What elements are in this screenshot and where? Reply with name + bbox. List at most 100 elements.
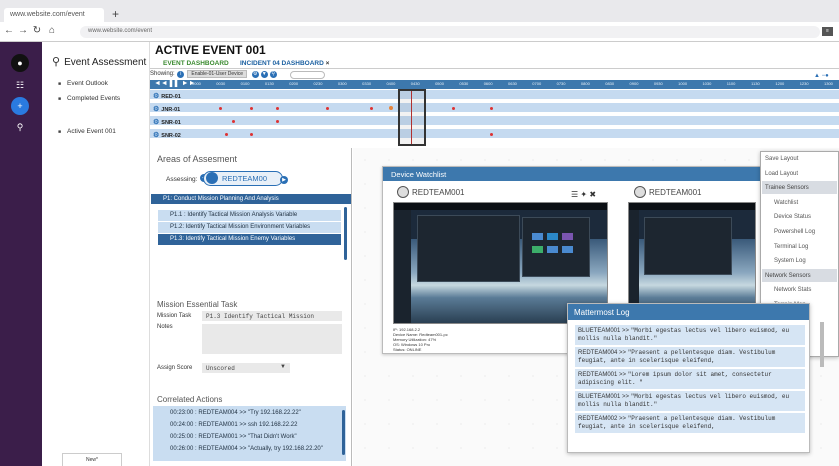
search-icon[interactable]: ⚲ (269, 71, 277, 78)
reload-icon[interactable]: ↻ (32, 26, 42, 36)
menu-icon[interactable]: ≡ (822, 27, 833, 36)
timeline-tick: 0000 (192, 81, 201, 86)
context-menu-item[interactable]: Save Layout (762, 152, 837, 165)
timeline-event-dot[interactable] (326, 107, 329, 110)
timeline-tick: 0800 (580, 81, 590, 86)
forward-icon[interactable]: → (18, 26, 28, 36)
mattermost-message[interactable]: REDTEAM002 >> "Praesent a pellentesque d… (575, 413, 805, 433)
grid-icon[interactable]: ☷ (11, 76, 29, 94)
mattermost-message[interactable]: BLUETEAM001 >> "Morbi egestas lectus vel… (575, 325, 805, 345)
mattermost-message[interactable]: REDTEAM001 >> "Lorem ipsum dolor sit ame… (575, 369, 805, 389)
side-nav-active-event[interactable]: Active Event 001 (58, 128, 116, 135)
p1-item[interactable]: P1.1 : Identify Tactical Mission Analysi… (158, 210, 341, 221)
playback-controls[interactable]: ◄◄ ▌▌ ►► (154, 80, 196, 87)
mattermost-title[interactable]: Mattermost Log (568, 304, 809, 320)
zoom-slider-icon[interactable]: ▲ −● (814, 73, 829, 79)
context-menu-item[interactable]: Watchlist (762, 196, 837, 209)
timeline-row-label: ⚙ RED-01 (153, 93, 181, 100)
assessing-label: Assessing: (166, 176, 198, 183)
timeline-header (150, 80, 839, 89)
timeline-event-dot[interactable] (452, 107, 455, 110)
correlated-item[interactable]: 00:24:00 : REDTEAM001 >> ssh 192.168.22.… (170, 422, 297, 428)
close-icon[interactable]: ✖ (589, 190, 596, 199)
event-title: ACTIVE EVENT 001 (155, 43, 266, 57)
side-nav-completed-events[interactable]: Completed Events (58, 95, 120, 102)
context-menu-item[interactable]: Network Stats (762, 283, 837, 296)
device-tools: ☰ ✦ ✖ (571, 190, 596, 199)
timeline-event-dot[interactable] (231, 120, 235, 123)
context-menu-item[interactable]: Trainee Sensors (762, 181, 837, 195)
timeline-tick: 1130 (751, 81, 760, 86)
info-icon: i (177, 71, 185, 78)
filter-icon[interactable]: ▼ (260, 71, 268, 78)
browser-tab[interactable]: www.website.com/event (4, 8, 104, 22)
p1-item[interactable]: P1.2: Identify Tactical Mission Environm… (158, 222, 341, 233)
met-title: Mission Essential Task (157, 300, 238, 309)
context-menu-item[interactable]: Device Status (762, 210, 837, 223)
new-button[interactable]: New* (62, 453, 122, 466)
tab-event-dashboard[interactable]: EVENT DASHBOARD (163, 60, 229, 67)
context-menu-item[interactable]: Powershell Log (762, 225, 837, 238)
context-menu-item[interactable]: Network Sensors (762, 268, 837, 282)
notes-textarea[interactable] (202, 324, 342, 354)
mattermost-message[interactable]: REDTEAM004 >> "Praesent a pellentesque d… (575, 347, 805, 367)
timeline-tick: 0830 (605, 81, 615, 86)
p1-item-selected[interactable]: P1.3: Identify Tactical Mission Enemy Va… (158, 234, 341, 245)
correlated-item[interactable]: 00:26:00 : REDTEAM004 >> "Actually, try … (170, 446, 323, 452)
gear-icon[interactable]: ⚙ (153, 93, 159, 100)
areas-title: Areas of Assesment (157, 154, 238, 164)
correlated-item[interactable]: 00:25:00 : REDTEAM001 >> "That Didn't Wo… (170, 434, 297, 440)
avatar-icon[interactable]: ● (11, 54, 29, 72)
context-menu-item[interactable]: Terminal Log (762, 240, 837, 253)
back-icon[interactable]: ← (4, 26, 14, 36)
mattermost-scrollbar[interactable] (820, 322, 824, 367)
timeline-row[interactable] (150, 103, 839, 114)
p1-scrollbar[interactable] (344, 207, 347, 260)
timeline-row[interactable] (150, 90, 839, 101)
gear-icon[interactable]: ⚙ (153, 106, 159, 113)
showing-filter: Showing: i Enable-01-User Device ⚙ ▼ ⚲ (150, 70, 277, 78)
timeline-tick: 0600 (483, 81, 493, 86)
home-icon[interactable]: ⌂ (47, 26, 57, 36)
mattermost-message[interactable]: BLUETEAM001 >> "Morbi egestas lectus vel… (575, 391, 805, 411)
mission-task-label: Mission Task (157, 313, 192, 319)
timeline-event-dot[interactable] (489, 133, 493, 136)
gear-icon[interactable]: ⚙ (153, 119, 159, 126)
settings-icon[interactable]: ⚙ (251, 71, 259, 78)
close-icon[interactable]: × (326, 60, 330, 67)
avatar-icon (206, 172, 218, 184)
search-icon[interactable]: ⚲ (11, 118, 29, 136)
timeline-row[interactable] (150, 129, 839, 140)
mission-task-input[interactable]: P1.3 Identify Tactical Mission (202, 311, 342, 321)
correlated-item[interactable]: 00:23:00 : REDTEAM004 >> "Try 192.168.22… (170, 410, 301, 416)
pin-icon[interactable]: ✦ (580, 190, 587, 199)
timeline-tick: 1300 (824, 81, 833, 86)
timeline-search-input[interactable] (290, 71, 325, 79)
next-team-button[interactable]: ▶ (280, 176, 288, 184)
gear-icon[interactable]: ⚙ (153, 132, 159, 139)
timeline-event-dot[interactable] (389, 106, 393, 110)
watchlist-title[interactable]: Device Watchlist (383, 167, 761, 181)
timeline-event-dot[interactable] (489, 107, 493, 110)
url-input[interactable]: www.website.com/event (80, 26, 820, 38)
plus-icon[interactable]: + (11, 97, 29, 115)
side-nav-event-outlook[interactable]: Event Outlook (58, 80, 108, 87)
timeline-tick: 0030 (216, 81, 226, 86)
tab-incident-dashboard[interactable]: INCIDENT 04 DASHBOARD × (240, 60, 329, 67)
context-menu-item[interactable]: Load Layout (762, 167, 837, 180)
settings-icon[interactable]: ☰ (571, 190, 578, 199)
score-select[interactable]: Unscored (202, 363, 290, 373)
p1-header[interactable]: P1: Conduct Mission Planning And Analysi… (151, 194, 351, 204)
correlated-scrollbar[interactable] (342, 410, 345, 455)
new-tab-button[interactable]: + (112, 7, 119, 21)
timeline-event-dot[interactable] (275, 107, 279, 110)
timeline-tick: 0130 (264, 81, 274, 86)
timeline-event-dot[interactable] (218, 107, 222, 110)
chevron-down-icon[interactable]: ▼ (280, 364, 286, 370)
context-menu-item[interactable]: System Log (762, 254, 837, 267)
device-select[interactable]: Enable-01-User Device (187, 70, 248, 78)
timeline-event-dot[interactable] (275, 120, 279, 123)
avatar-icon (397, 186, 409, 198)
timeline-selection[interactable] (398, 89, 426, 146)
timeline-row[interactable] (150, 116, 839, 127)
